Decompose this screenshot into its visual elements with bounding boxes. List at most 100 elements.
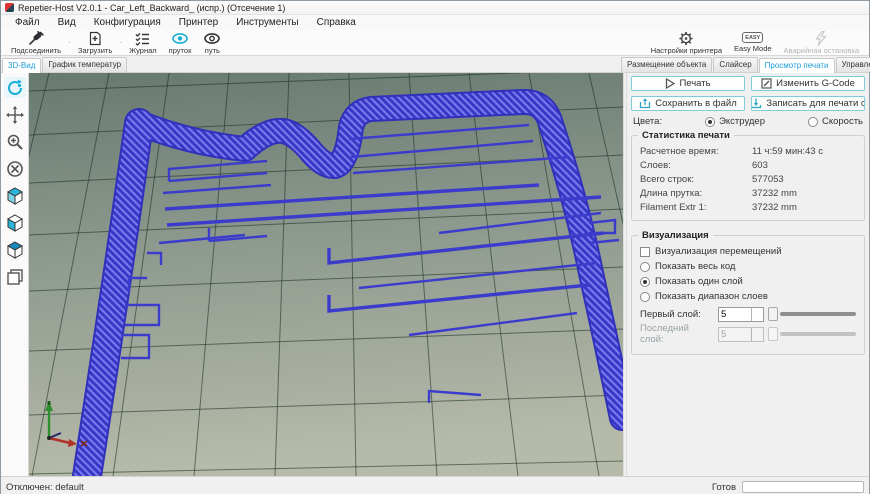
show-single-layer-radio[interactable]: Показать один слой bbox=[640, 274, 856, 289]
menu-tools[interactable]: Инструменты bbox=[228, 16, 306, 29]
log-list-icon bbox=[134, 31, 151, 46]
play-icon bbox=[665, 78, 675, 89]
print-button[interactable]: Печать bbox=[631, 76, 745, 91]
toolbar-spacer bbox=[227, 30, 644, 55]
travel-eye-icon bbox=[203, 31, 221, 46]
colors-row: Цвета: Экструдер Скорость bbox=[633, 116, 863, 127]
emergency-stop-button[interactable]: Аварийная остановка bbox=[778, 30, 865, 55]
layer-view-button[interactable] bbox=[4, 266, 26, 287]
menu-view[interactable]: Вид bbox=[50, 16, 84, 29]
menu-help[interactable]: Справка bbox=[309, 16, 364, 29]
tab-row: 3D-Вид График температур Размещение объе… bbox=[1, 56, 869, 73]
emergency-stop-label: Аварийная остановка bbox=[784, 46, 859, 55]
printer-settings-button[interactable]: Настройки принтера bbox=[645, 30, 728, 55]
last-layer-spinner bbox=[718, 327, 764, 342]
front-view-button[interactable] bbox=[4, 212, 26, 233]
log-toggle-button[interactable]: Журнал bbox=[123, 30, 162, 55]
tab-temperature-graph[interactable]: График температур bbox=[42, 57, 127, 72]
radio-icon bbox=[640, 277, 650, 287]
printer-settings-label: Настройки принтера bbox=[651, 46, 722, 55]
isometric-view-button[interactable] bbox=[4, 185, 26, 206]
connection-status: Отключен: default bbox=[6, 482, 84, 493]
stat-row: Длина прутка: 37232 mm bbox=[640, 186, 856, 200]
print-button-label: Печать bbox=[679, 78, 710, 89]
stat-row: Слоев: 603 bbox=[640, 158, 856, 172]
menu-config[interactable]: Конфигурация bbox=[86, 16, 169, 29]
travel-visualization-checkbox[interactable]: Визуализация перемещений bbox=[640, 244, 856, 259]
first-layer-spinner[interactable] bbox=[718, 307, 764, 322]
travel-visualization-label: Визуализация перемещений bbox=[655, 246, 782, 257]
3d-viewport bbox=[1, 73, 623, 476]
stat-row: Всего строк: 577053 bbox=[640, 172, 856, 186]
show-layer-range-radio[interactable]: Показать диапазон слоев bbox=[640, 289, 856, 304]
first-layer-input[interactable] bbox=[719, 308, 751, 321]
speed-radio-label: Скорость bbox=[822, 116, 863, 127]
edit-gcode-button[interactable]: Изменить G-Code bbox=[751, 76, 865, 91]
zoom-view-button[interactable] bbox=[4, 131, 26, 152]
show-single-layer-label: Показать один слой bbox=[655, 276, 743, 287]
reset-view-icon bbox=[6, 160, 24, 178]
stat-label: Всего строк: bbox=[640, 174, 752, 185]
stat-value: 603 bbox=[752, 160, 856, 171]
stat-row: Filament Extr 1: 37232 mm bbox=[640, 200, 856, 214]
rotate-icon bbox=[6, 79, 24, 97]
stat-value: 577053 bbox=[752, 174, 856, 185]
slider-handle bbox=[768, 327, 778, 341]
extruder-radio-label: Экструдер bbox=[719, 116, 765, 127]
travel-label: путь bbox=[205, 46, 220, 55]
rotate-view-button[interactable] bbox=[4, 77, 26, 98]
save-for-sd-button[interactable]: Записать для печати с bbox=[751, 96, 865, 111]
extruder-radio[interactable]: Экструдер bbox=[705, 116, 765, 127]
save-to-file-label: Сохранить в файл bbox=[655, 98, 736, 109]
stat-value: 11 ч:59 мин:43 с bbox=[752, 146, 856, 157]
panel-tabs: Размещение объекта Слайсер Просмотр печа… bbox=[621, 57, 869, 72]
front-view-cube-icon bbox=[6, 214, 24, 232]
show-travel-button[interactable]: путь bbox=[197, 30, 227, 55]
top-view-cube-icon bbox=[6, 241, 24, 259]
gear-icon bbox=[678, 31, 694, 46]
show-filament-button[interactable]: пруток bbox=[163, 30, 198, 55]
tab-manual-control[interactable]: Управление bbox=[836, 57, 870, 72]
last-layer-slider bbox=[768, 326, 856, 342]
save-to-file-button[interactable]: Сохранить в файл bbox=[631, 96, 745, 111]
visualization-title: Визуализация bbox=[638, 230, 713, 241]
radio-icon bbox=[808, 117, 818, 127]
menu-file[interactable]: Файл bbox=[7, 16, 48, 29]
load-file-icon bbox=[87, 31, 103, 46]
save-for-sd-label: Записать для печати с bbox=[766, 98, 865, 109]
move-view-button[interactable] bbox=[4, 104, 26, 125]
sd-write-icon bbox=[751, 98, 762, 109]
stat-row: Расчетное время: 11 ч:59 мин:43 с bbox=[640, 144, 856, 158]
slider-handle[interactable] bbox=[768, 307, 778, 321]
printer-state: Готов bbox=[712, 482, 736, 493]
top-view-button[interactable] bbox=[4, 239, 26, 260]
load-button[interactable]: Загрузить bbox=[72, 30, 118, 55]
filament-eye-icon bbox=[171, 31, 189, 46]
edit-icon bbox=[761, 78, 772, 89]
stat-label: Длина прутка: bbox=[640, 188, 752, 199]
tab-object-placement[interactable]: Размещение объекта bbox=[621, 57, 712, 72]
print-preview-panel: Печать Изменить G-Code Сохранить в файл bbox=[627, 73, 869, 476]
tab-print-preview[interactable]: Просмотр печати bbox=[759, 58, 835, 73]
stacked-cubes-icon bbox=[6, 268, 24, 286]
print-statistics-title: Статистика печати bbox=[638, 130, 734, 141]
first-layer-slider[interactable] bbox=[768, 306, 856, 322]
connect-label: Подсоединить bbox=[11, 46, 61, 55]
easy-mode-button[interactable]: EASY Easy Mode bbox=[728, 30, 778, 55]
menu-printer[interactable]: Принтер bbox=[171, 16, 226, 29]
tab-3d-view[interactable]: 3D-Вид bbox=[2, 58, 41, 73]
reset-view-button[interactable] bbox=[4, 158, 26, 179]
connect-button[interactable]: Подсоединить bbox=[5, 30, 67, 55]
magnifier-plus-icon bbox=[6, 133, 24, 151]
main-area: Печать Изменить G-Code Сохранить в файл bbox=[1, 73, 869, 476]
stat-value: 37232 mm bbox=[752, 188, 856, 199]
isometric-cube-icon bbox=[6, 187, 24, 205]
view-tabs: 3D-Вид График температур bbox=[1, 57, 128, 72]
show-whole-code-radio[interactable]: Показать весь код bbox=[640, 259, 856, 274]
3d-scene[interactable] bbox=[29, 73, 623, 476]
view-toolbar bbox=[1, 73, 29, 476]
speed-radio[interactable]: Скорость bbox=[808, 116, 863, 127]
menu-bar: Файл Вид Конфигурация Принтер Инструмент… bbox=[1, 15, 869, 30]
tab-slicer[interactable]: Слайсер bbox=[713, 57, 757, 72]
show-layer-range-label: Показать диапазон слоев bbox=[655, 291, 768, 302]
